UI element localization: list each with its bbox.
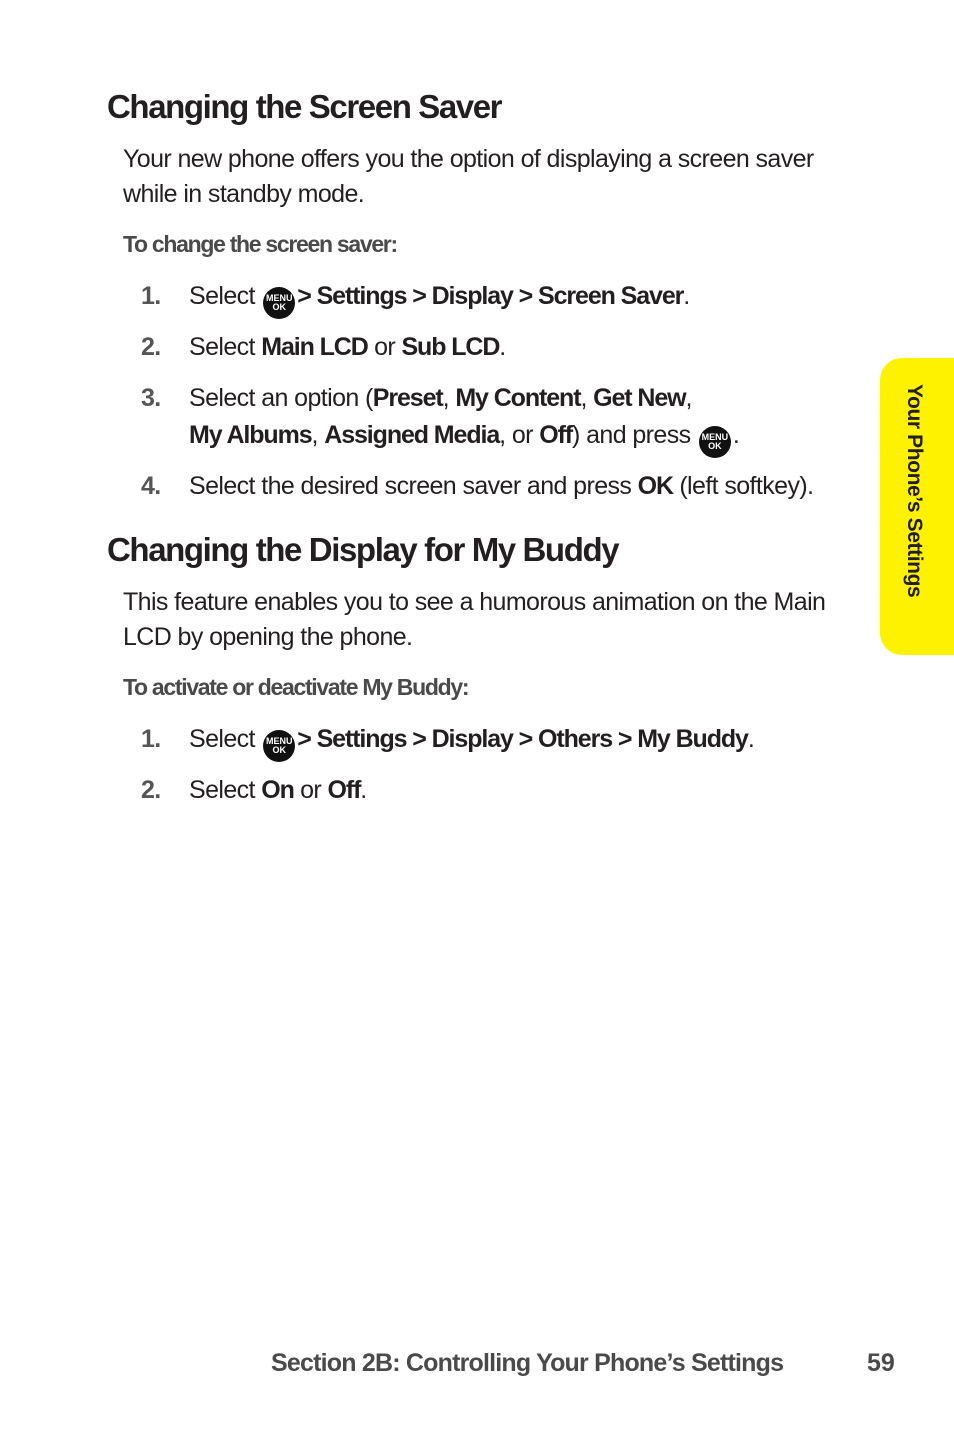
step-1-screen-saver: 1. Select MENU OK > Settings > Display > S…	[141, 278, 871, 319]
step-number: 2.	[141, 776, 161, 804]
manual-page: Changing the Screen Saver Your new phone…	[0, 0, 954, 1431]
step-number: 3.	[141, 384, 161, 412]
menu-path: > Settings > Display > Others > My Buddy	[297, 725, 749, 753]
menu-path: > Settings > Display > Screen Saver	[297, 282, 684, 310]
step-3-screen-saver: 3. Select an option (Preset, My Content,…	[141, 380, 871, 458]
chapter-side-tab-label: Your Phone’s Settings	[903, 384, 926, 598]
option-assigned-media: Assigned Media	[324, 421, 500, 449]
option-sub-lcd: Sub LCD	[401, 333, 500, 361]
section-heading-my-buddy: Changing the Display for My Buddy	[107, 531, 620, 568]
step-number: 4.	[141, 472, 161, 500]
footer-section-title: Section 2B: Controlling Your Phone’s Set…	[271, 1349, 784, 1377]
option-main-lcd: Main LCD	[261, 333, 369, 361]
page-number: 59	[867, 1349, 895, 1377]
step-1-my-buddy: 1. Select MENU OK > Settings > Display > O…	[141, 721, 871, 762]
step-number: 2.	[141, 333, 161, 361]
ok-softkey-label: OK	[637, 472, 674, 500]
intro-paragraph-my-buddy: This feature enables you to see a humoro…	[123, 588, 826, 651]
section-heading-screen-saver: Changing the Screen Saver	[107, 88, 503, 125]
option-off: Off	[327, 776, 362, 804]
step-2-my-buddy: 2. Select On or Off.	[141, 772, 871, 809]
option-off: Off	[539, 421, 573, 449]
option-preset: Preset	[372, 384, 444, 412]
menu-ok-key-icon: MENU OK	[263, 287, 296, 319]
procedure-subheading-screen-saver: To change the screen saver:	[123, 231, 398, 257]
step-text: Select	[189, 282, 255, 310]
option-on: On	[261, 776, 295, 804]
intro-paragraph-screen-saver: Your new phone offers you the option of …	[123, 145, 814, 208]
option-my-content: My Content	[455, 384, 581, 412]
option-my-albums: My Albums	[189, 421, 313, 449]
step-number: 1.	[141, 725, 161, 753]
procedure-subheading-my-buddy: To activate or deactivate My Buddy:	[123, 674, 469, 700]
option-get-new: Get New	[593, 384, 686, 412]
menu-ok-key-icon: MENU OK	[698, 426, 731, 458]
step-4-screen-saver: 4. Select the desired screen saver and p…	[141, 468, 871, 505]
menu-ok-key-icon: MENU OK	[263, 730, 296, 762]
step-2-screen-saver: 2. Select Main LCD or Sub LCD.	[141, 329, 871, 366]
step-number: 1.	[141, 282, 161, 310]
